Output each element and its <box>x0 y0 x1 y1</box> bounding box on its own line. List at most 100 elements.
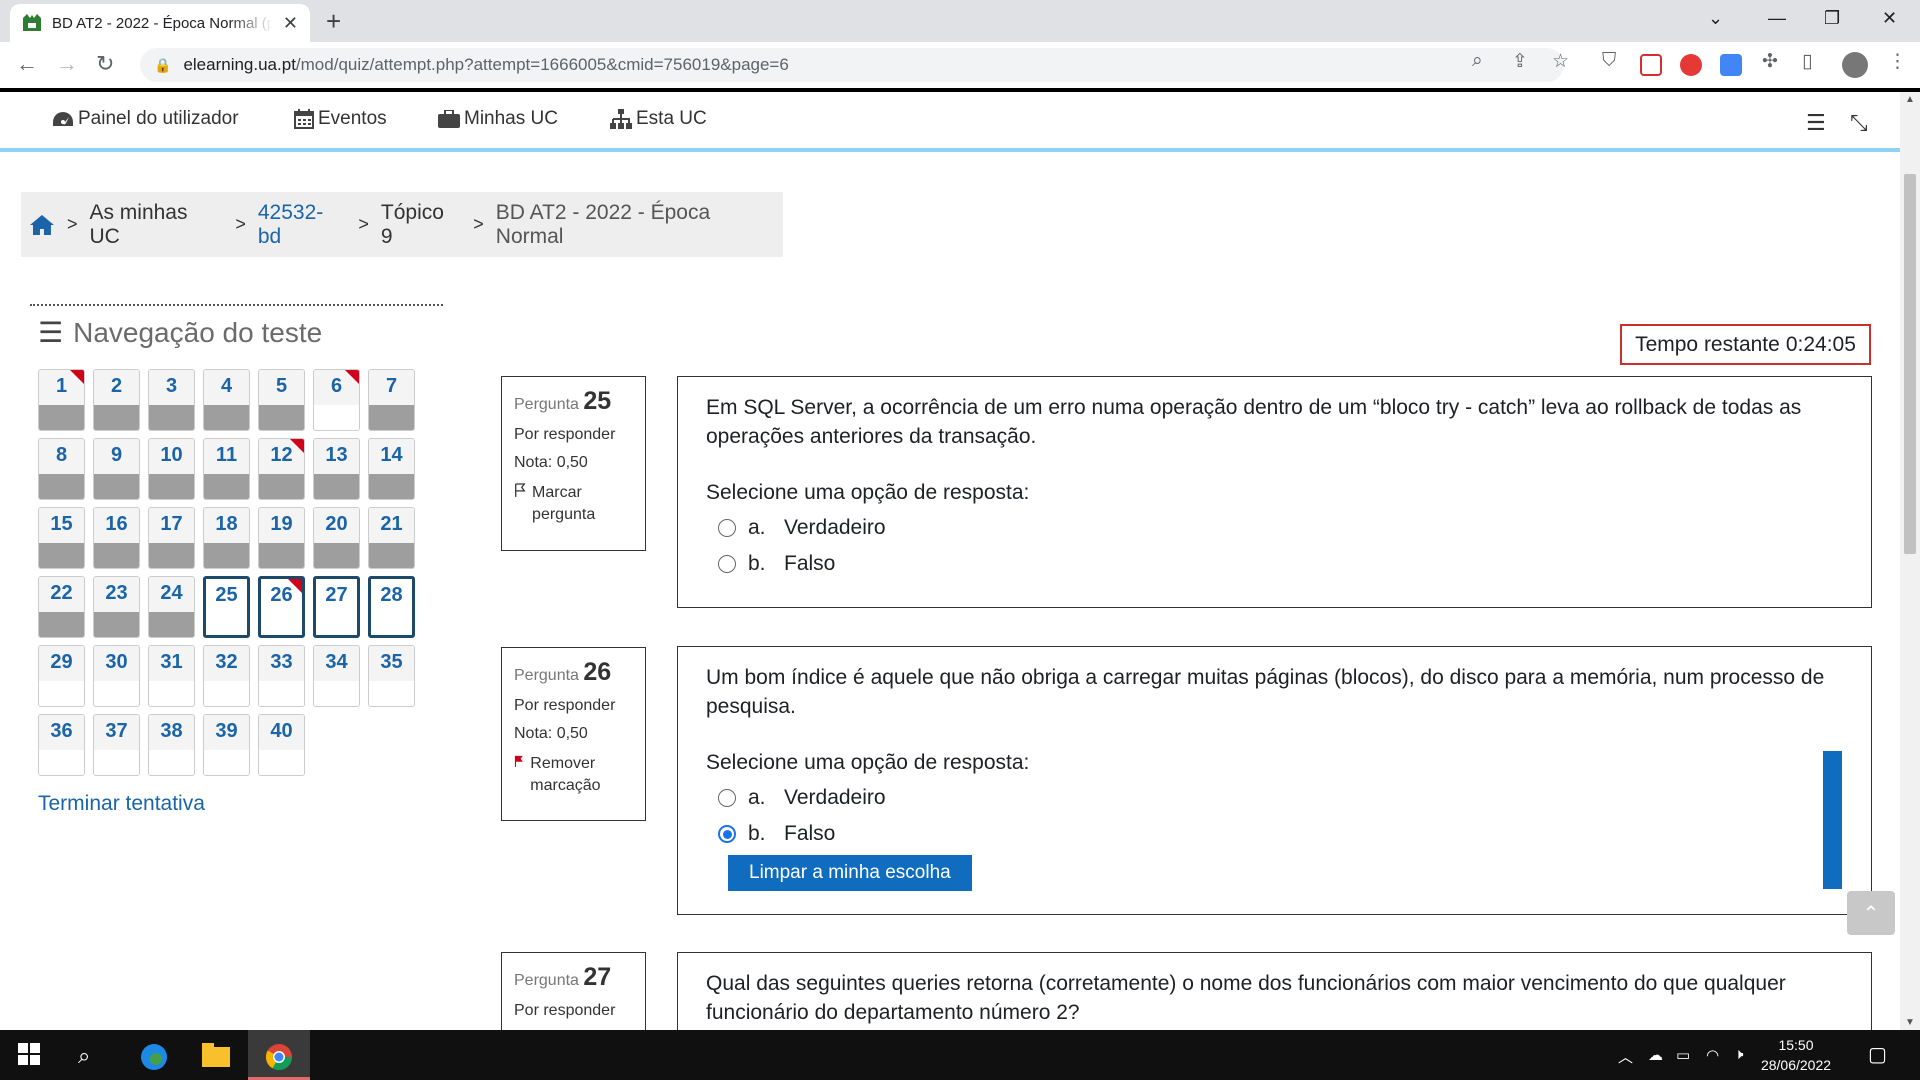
extensions-puzzle-icon[interactable]: ✣ <box>1762 50 1778 73</box>
volume-muted-icon[interactable]: 🕨 <box>1734 1046 1743 1063</box>
quiz-nav-button[interactable]: 2 <box>93 369 140 431</box>
quiz-nav-button[interactable]: 29 <box>38 645 85 707</box>
quiz-nav-button[interactable]: 19 <box>258 507 305 569</box>
notifications-icon[interactable]: ▢ <box>1868 1042 1887 1067</box>
answer-option-b[interactable]: b. Falso <box>706 551 1843 577</box>
windows-start-icon[interactable] <box>18 1043 40 1071</box>
lock-icon[interactable]: 🔒 <box>154 57 171 74</box>
quiz-nav-button[interactable]: 6 <box>313 369 360 431</box>
quiz-nav-button[interactable]: 12 <box>258 438 305 500</box>
quiz-nav-button[interactable]: 38 <box>148 714 195 776</box>
onedrive-cloud-icon[interactable]: ☁ <box>1648 1046 1663 1064</box>
profile-avatar[interactable] <box>1842 52 1868 78</box>
bookmark-star-icon[interactable]: ☆ <box>1552 50 1569 73</box>
quiz-nav-button[interactable]: 34 <box>313 645 360 707</box>
scroll-down-icon[interactable]: ▼ <box>1905 1017 1915 1028</box>
quiz-nav-button[interactable]: 30 <box>93 645 140 707</box>
share-icon[interactable]: ⇪ <box>1512 50 1528 73</box>
breadcrumb-item-my-courses[interactable]: As minhas UC <box>89 201 223 249</box>
scrollbar-thumb[interactable] <box>1904 174 1916 554</box>
quiz-nav-button[interactable]: 25 <box>203 576 250 638</box>
browser-tab[interactable]: BD AT2 - 2022 - Época Normal (p ✕ <box>10 4 310 42</box>
quiz-nav-button[interactable]: 31 <box>148 645 195 707</box>
radio-button[interactable] <box>718 519 736 537</box>
quiz-nav-button[interactable]: 5 <box>258 369 305 431</box>
extension-red-icon[interactable] <box>1640 54 1662 76</box>
quiz-nav-button[interactable]: 21 <box>368 507 415 569</box>
chrome-icon[interactable] <box>265 1043 293 1077</box>
adblock-icon[interactable] <box>1680 54 1702 76</box>
reload-icon[interactable]: ↻ <box>96 52 114 76</box>
wifi-icon[interactable]: ◠ <box>1706 1046 1719 1064</box>
drawer-toggle-icon[interactable]: ☰ <box>1806 110 1826 136</box>
quiz-nav-button[interactable]: 20 <box>313 507 360 569</box>
quiz-nav-button[interactable]: 13 <box>313 438 360 500</box>
quiz-nav-button[interactable]: 37 <box>93 714 140 776</box>
flag-question-toggle[interactable]: Marcar pergunta <box>514 482 633 526</box>
quiz-nav-button[interactable]: 18 <box>203 507 250 569</box>
taskbar-clock[interactable]: 15:50 28/06/2022 <box>1760 1035 1832 1075</box>
nav-dashboard[interactable]: Painel do utilizador <box>52 108 239 130</box>
minimize-icon[interactable]: — <box>1768 8 1786 29</box>
back-to-top-button[interactable]: ⌃ <box>1847 891 1895 935</box>
quiz-nav-button[interactable]: 35 <box>368 645 415 707</box>
quiz-nav-button[interactable]: 9 <box>93 438 140 500</box>
nav-my-courses[interactable]: Minhas UC <box>438 108 558 130</box>
quiz-nav-button[interactable]: 28 <box>368 576 415 638</box>
forward-icon[interactable]: → <box>56 52 78 76</box>
edge-browser-icon[interactable] <box>140 1043 168 1077</box>
page-scrollbar[interactable]: ▲ ▼ <box>1900 92 1920 1030</box>
tray-chevron-up-icon[interactable]: ︿ <box>1618 1046 1633 1067</box>
quiz-nav-button[interactable]: 33 <box>258 645 305 707</box>
finish-attempt-link[interactable]: Terminar tentativa <box>38 792 205 816</box>
radio-button[interactable] <box>718 789 736 807</box>
breadcrumb-item-course[interactable]: 42532-bd <box>258 201 347 249</box>
quiz-nav-button[interactable]: 22 <box>38 576 85 638</box>
scroll-up-icon[interactable]: ▲ <box>1905 94 1915 105</box>
translate-icon[interactable] <box>1720 54 1742 76</box>
answer-option-a[interactable]: a. Verdadeiro <box>706 515 1843 541</box>
quiz-nav-button[interactable]: 7 <box>368 369 415 431</box>
quiz-nav-button[interactable]: 16 <box>93 507 140 569</box>
quiz-nav-button[interactable]: 15 <box>38 507 85 569</box>
search-icon[interactable]: ⌕ <box>78 1043 90 1069</box>
answer-option-a[interactable]: a. Verdadeiro <box>706 785 1843 811</box>
quiz-nav-button[interactable]: 39 <box>203 714 250 776</box>
answer-option-b[interactable]: b. Falso <box>706 821 1843 847</box>
quiz-nav-button[interactable]: 8 <box>38 438 85 500</box>
nav-events[interactable]: Eventos <box>294 108 387 130</box>
quiz-nav-button[interactable]: 1 <box>38 369 85 431</box>
zoom-icon[interactable]: ⌕ <box>1472 50 1483 72</box>
close-window-icon[interactable]: ✕ <box>1882 8 1897 29</box>
collapse-fullscreen-icon[interactable]: ⤡ <box>1850 110 1868 136</box>
file-explorer-icon[interactable] <box>202 1043 230 1073</box>
address-bar[interactable]: 🔒 elearning.ua.pt /mod/quiz/attempt.php?… <box>140 48 1564 82</box>
nav-this-course[interactable]: Esta UC <box>610 108 707 130</box>
menu-kebab-icon[interactable]: ⋮ <box>1888 50 1907 73</box>
quiz-nav-button[interactable]: 4 <box>203 369 250 431</box>
hamburger-icon[interactable]: ☰ <box>38 316 63 349</box>
tab-search-icon[interactable]: ⌄ <box>1708 8 1723 29</box>
quiz-nav-button[interactable]: 23 <box>93 576 140 638</box>
flag-question-toggle[interactable]: Remover marcação <box>514 753 633 797</box>
breadcrumb-item-topic[interactable]: Tópico 9 <box>381 201 461 249</box>
quiz-nav-button[interactable]: 24 <box>148 576 195 638</box>
quiz-nav-button[interactable]: 11 <box>203 438 250 500</box>
home-icon[interactable] <box>29 214 55 236</box>
clear-choice-button[interactable]: Limpar a minha escolha <box>728 855 972 891</box>
quiz-nav-button[interactable]: 27 <box>313 576 360 638</box>
radio-button[interactable] <box>718 555 736 573</box>
quiz-nav-button[interactable]: 14 <box>368 438 415 500</box>
quiz-nav-button[interactable]: 17 <box>148 507 195 569</box>
back-icon[interactable]: ← <box>16 52 38 76</box>
quiz-nav-button[interactable]: 3 <box>148 369 195 431</box>
tab-close-icon[interactable]: ✕ <box>283 13 298 34</box>
quiz-nav-button[interactable]: 10 <box>148 438 195 500</box>
new-tab-icon[interactable]: + <box>326 8 341 34</box>
battery-icon[interactable]: ▭ <box>1676 1046 1690 1064</box>
quiz-nav-button[interactable]: 40 <box>258 714 305 776</box>
restore-icon[interactable]: ❐ <box>1824 8 1840 29</box>
extension-shield-icon[interactable]: ⛉ <box>1602 50 1616 72</box>
quiz-nav-button[interactable]: 32 <box>203 645 250 707</box>
side-panel-icon[interactable]: ▯ <box>1802 50 1812 73</box>
